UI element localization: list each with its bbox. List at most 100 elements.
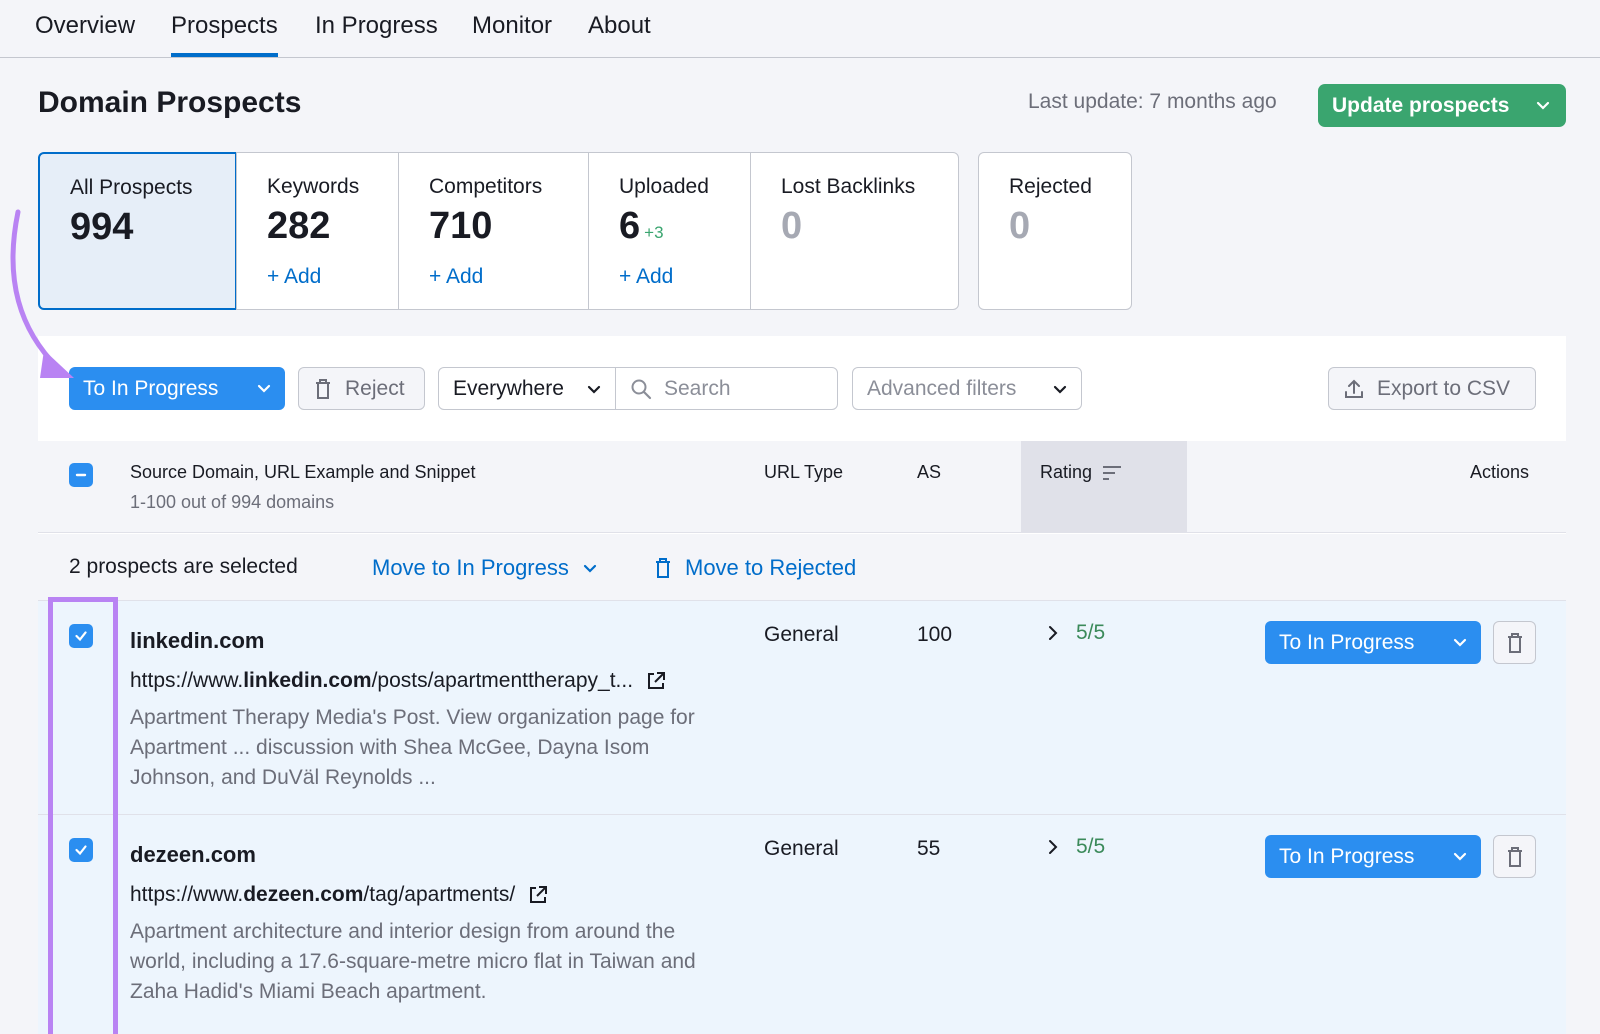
reject-button[interactable]: Reject	[298, 367, 425, 410]
move-to-in-progress-label: Move to In Progress	[372, 555, 569, 580]
row-rating-value: 5/5	[1076, 621, 1106, 644]
selection-count-text: 2 prospects are selected	[69, 555, 298, 578]
update-prospects-label: Update prospects	[1332, 93, 1510, 117]
column-header-url-type: URL Type	[764, 462, 844, 482]
export-csv-label: Export to CSV	[1377, 376, 1511, 400]
page-title: Domain Prospects	[38, 86, 302, 119]
card-label: Rejected	[1009, 175, 1092, 198]
row-url-type: General	[764, 623, 839, 646]
to-in-progress-label: To In Progress	[83, 376, 219, 400]
minus-icon	[75, 473, 87, 477]
row-to-in-progress-button[interactable]: To In Progress	[1265, 621, 1481, 664]
chevron-right-icon	[1049, 626, 1058, 640]
column-header-as: AS	[917, 462, 942, 482]
chevron-down-icon	[1453, 638, 1467, 647]
update-prospects-button[interactable]: Update prospects	[1318, 84, 1566, 127]
row-url[interactable]: https://www. linkedin.com/posts/apartment…	[130, 669, 667, 693]
url-suffix: /tag/apartments/	[363, 883, 516, 906]
scope-select-value: Everywhere	[453, 376, 564, 400]
select-all-checkbox[interactable]	[69, 463, 93, 487]
checkbox-highlight-annotation	[48, 597, 118, 1034]
row-to-in-progress-label: To In Progress	[1279, 844, 1415, 868]
tab-in-progress[interactable]: In Progress	[315, 12, 438, 40]
card-value: 0	[781, 205, 803, 247]
row-to-in-progress-label: To In Progress	[1279, 630, 1415, 654]
card-keywords[interactable]: Keywords 282 + Add	[236, 152, 399, 310]
card-delta: +3	[644, 223, 664, 242]
row-url[interactable]: https://www. dezeen.com/tag/apartments/	[130, 883, 549, 907]
search-input[interactable]	[664, 376, 824, 401]
sort-icon	[1103, 465, 1122, 480]
card-label: All Prospects	[70, 176, 193, 199]
trash-icon	[656, 558, 670, 578]
url-prefix: https://www.	[130, 883, 244, 906]
table-header	[38, 441, 1566, 533]
column-header-rating-label: Rating	[1040, 462, 1093, 482]
card-competitors[interactable]: Competitors 710 + Add	[398, 152, 589, 310]
row-rating[interactable]: 5/5	[1046, 621, 1105, 645]
chevron-right-icon	[1049, 840, 1058, 854]
row-snippet: Apartment architecture and interior desi…	[130, 920, 696, 1003]
card-lost-backlinks[interactable]: Lost Backlinks 0	[750, 152, 959, 310]
advanced-filters-dropdown[interactable]: Advanced filters	[852, 367, 1082, 410]
tab-prospects[interactable]: Prospects	[171, 12, 278, 57]
chevron-down-icon	[587, 385, 601, 394]
card-value: 710	[429, 205, 493, 247]
row-reject-button[interactable]	[1493, 835, 1536, 878]
annotation-arrow-icon	[10, 209, 74, 378]
external-link-icon[interactable]	[645, 670, 667, 692]
chevron-down-icon	[1053, 385, 1067, 394]
scope-select[interactable]: Everywhere	[438, 367, 616, 410]
row-as: 55	[917, 837, 941, 860]
card-label: Competitors	[429, 175, 543, 198]
card-label: Uploaded	[619, 175, 709, 198]
row-domain[interactable]: dezeen.com	[130, 842, 256, 868]
row-as: 100	[917, 623, 953, 646]
chevron-down-icon	[1536, 101, 1550, 110]
move-to-rejected-link[interactable]: Move to Rejected	[653, 555, 856, 581]
row-reject-button[interactable]	[1493, 621, 1536, 664]
trash-icon	[1507, 632, 1522, 653]
card-label: Keywords	[267, 175, 360, 198]
column-header-actions: Actions	[1470, 462, 1530, 482]
external-link-icon[interactable]	[527, 884, 549, 906]
search-box	[615, 367, 838, 410]
tab-monitor[interactable]: Monitor	[472, 12, 552, 40]
tab-overview[interactable]: Overview	[35, 12, 135, 40]
url-prefix: https://www.	[130, 669, 244, 692]
tab-about[interactable]: About	[588, 12, 651, 40]
add-keywords-link[interactable]: + Add	[267, 265, 321, 289]
move-to-in-progress-link[interactable]: Move to In Progress	[372, 555, 599, 581]
row-to-in-progress-button[interactable]: To In Progress	[1265, 835, 1481, 878]
chevron-down-icon	[583, 564, 596, 573]
card-value: 282	[267, 205, 331, 247]
row-snippet: Apartment Therapy Media's Post. View org…	[130, 706, 695, 789]
card-rejected[interactable]: Rejected 0	[978, 152, 1132, 310]
reject-label: Reject	[345, 376, 405, 400]
column-header-source: Source Domain, URL Example and Snippet	[130, 462, 476, 482]
upload-icon	[1345, 379, 1363, 398]
trash-icon	[316, 378, 330, 399]
column-header-rating[interactable]: Rating	[1040, 462, 1122, 483]
top-nav: Overview Prospects In Progress Monitor A…	[0, 0, 1600, 58]
add-uploaded-link[interactable]: + Add	[619, 265, 673, 289]
advanced-filters-label: Advanced filters	[867, 376, 1017, 400]
url-suffix: /posts/apartmenttherapy_t...	[371, 669, 634, 692]
move-to-rejected-label: Move to Rejected	[685, 555, 857, 580]
card-value-wrap: 6 +3	[619, 205, 664, 248]
chevron-down-icon	[1453, 852, 1467, 861]
export-csv-button[interactable]: Export to CSV	[1328, 367, 1536, 410]
chevron-down-icon	[257, 384, 271, 393]
card-uploaded[interactable]: Uploaded 6 +3 + Add	[588, 152, 751, 310]
add-competitors-link[interactable]: + Add	[429, 265, 483, 289]
card-value: 6	[619, 205, 641, 247]
row-rating[interactable]: 5/5	[1046, 835, 1105, 859]
row-rating-value: 5/5	[1076, 835, 1106, 858]
results-count: 1-100 out of 994 domains	[130, 492, 335, 512]
last-update-text: Last update: 7 months ago	[1028, 90, 1277, 113]
to-in-progress-button[interactable]: To In Progress	[69, 367, 285, 410]
url-domain: linkedin.com	[243, 669, 372, 692]
card-label: Lost Backlinks	[781, 175, 916, 198]
trash-icon	[1507, 846, 1522, 867]
row-domain[interactable]: linkedin.com	[130, 628, 264, 654]
